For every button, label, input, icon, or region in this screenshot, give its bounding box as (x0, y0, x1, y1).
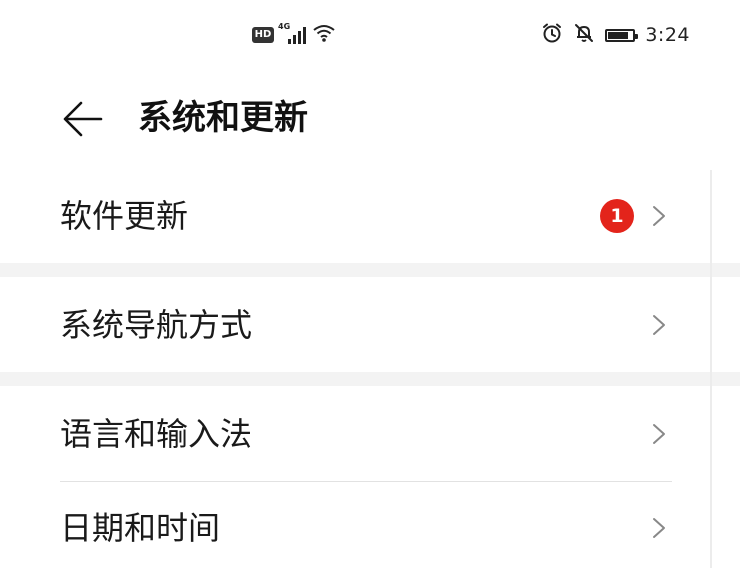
page-header: 系统和更新 (0, 80, 740, 160)
card-language-time: 语言和输入法 日期和时间 (0, 386, 740, 574)
card-navigation: 系统导航方式 (0, 277, 740, 372)
list-item-label: 系统导航方式 (60, 305, 253, 344)
chevron-right-icon (653, 518, 665, 538)
status-bar-left: HD 4G (252, 22, 336, 48)
alarm-icon (541, 22, 563, 48)
clock-text: 3:24 (645, 24, 690, 46)
settings-list: 软件更新 1 系统导航方式 语言和输入法 日期和时间 (0, 168, 740, 574)
list-item-label: 日期和时间 (60, 509, 221, 547)
bell-mute-icon (573, 22, 595, 48)
back-button[interactable] (58, 94, 108, 144)
chevron-right-icon (653, 205, 665, 226)
section-gap (0, 263, 740, 277)
status-bar-right: 3:24 (541, 22, 690, 48)
signal-icon: 4G (278, 22, 306, 44)
scrollbar[interactable] (710, 170, 712, 568)
arrow-left-icon (63, 101, 103, 137)
battery-icon (605, 28, 639, 42)
list-item-navigation[interactable]: 系统导航方式 (0, 277, 740, 372)
list-item-label: 软件更新 (60, 196, 189, 235)
wifi-icon (312, 23, 336, 47)
section-gap (0, 372, 740, 386)
list-item-datetime[interactable]: 日期和时间 (0, 482, 740, 574)
list-item-label: 语言和输入法 (60, 414, 253, 453)
chevron-right-icon (653, 314, 665, 335)
status-bar: HD 4G 3:24 (0, 0, 740, 70)
hd-badge: HD (252, 27, 274, 43)
page-title: 系统和更新 (138, 98, 308, 138)
notification-badge: 1 (600, 198, 634, 233)
network-type-label: 4G (278, 22, 291, 31)
list-item-software-update[interactable]: 软件更新 1 (0, 168, 740, 263)
card-software-update: 软件更新 1 (0, 168, 740, 263)
list-item-language[interactable]: 语言和输入法 (0, 386, 740, 481)
chevron-right-icon (653, 423, 665, 444)
